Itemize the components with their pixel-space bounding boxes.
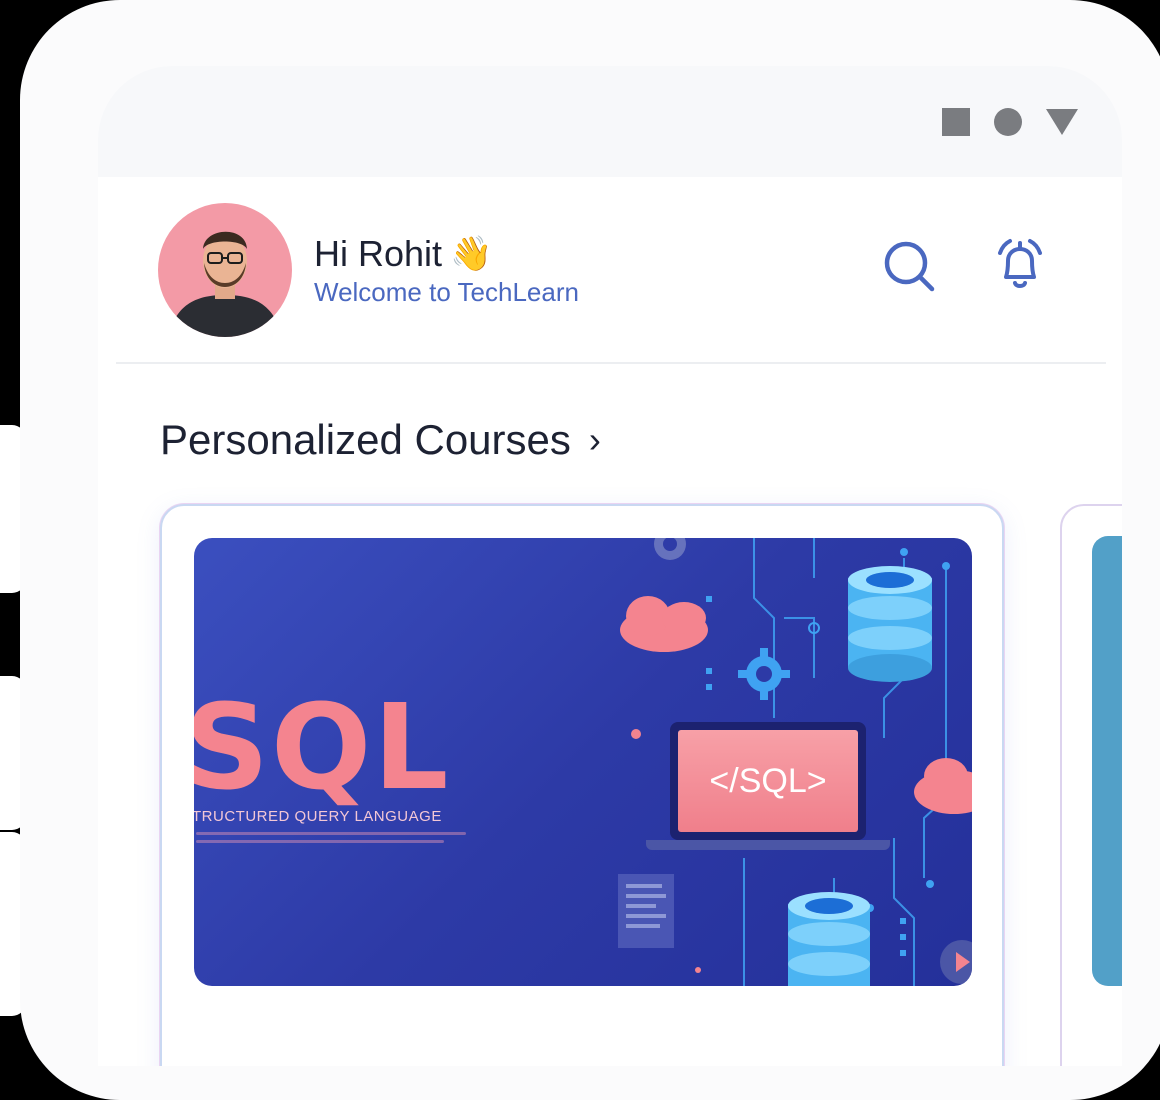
- search-icon: [884, 241, 935, 292]
- status-icons: [942, 108, 1078, 136]
- next-course-banner: [1092, 536, 1122, 986]
- status-bar: [98, 66, 1122, 177]
- course-headline: SQL: [194, 678, 451, 816]
- square-icon: [942, 108, 970, 136]
- laptop-illustration: </SQL>: [646, 722, 890, 850]
- notifications-button[interactable]: [990, 237, 1050, 297]
- next-course-card[interactable]: [1060, 504, 1122, 1066]
- triangle-icon: [1046, 109, 1078, 135]
- section-header[interactable]: Personalized Courses ›: [160, 416, 601, 464]
- course-subtitle: TRUCTURED QUERY LANGUAGE: [194, 808, 442, 825]
- laptop-screen-text: </SQL>: [678, 730, 858, 832]
- chevron-right-icon: ›: [588, 419, 601, 460]
- app-screen: Hi Rohit 👋 Welcome to TechLearn Personal…: [98, 66, 1122, 1066]
- avatar[interactable]: [158, 203, 292, 337]
- greeting: Hi Rohit 👋 Welcome to TechLearn: [314, 233, 579, 308]
- header: Hi Rohit 👋 Welcome to TechLearn: [98, 177, 1122, 362]
- search-button[interactable]: [880, 237, 940, 297]
- greeting-name: Hi Rohit: [314, 233, 443, 274]
- waving-hand-icon: 👋: [450, 235, 493, 273]
- course-card[interactable]: SQL TRUCTURED QUERY LANGUAGE </SQL>: [160, 504, 1004, 1066]
- section-title: Personalized Courses: [160, 416, 571, 463]
- laptop-screen: </SQL>: [670, 722, 866, 840]
- phone-frame: Hi Rohit 👋 Welcome to TechLearn Personal…: [20, 0, 1160, 1100]
- greeting-subtitle: Welcome to TechLearn: [314, 277, 579, 307]
- laptop-base: [646, 840, 890, 850]
- course-fine-print: [196, 832, 466, 848]
- header-divider: [116, 362, 1106, 364]
- bell-icon: [998, 239, 1042, 288]
- greeting-title: Hi Rohit 👋: [314, 233, 579, 275]
- circle-icon: [994, 108, 1022, 136]
- course-banner: SQL TRUCTURED QUERY LANGUAGE </SQL>: [194, 538, 972, 986]
